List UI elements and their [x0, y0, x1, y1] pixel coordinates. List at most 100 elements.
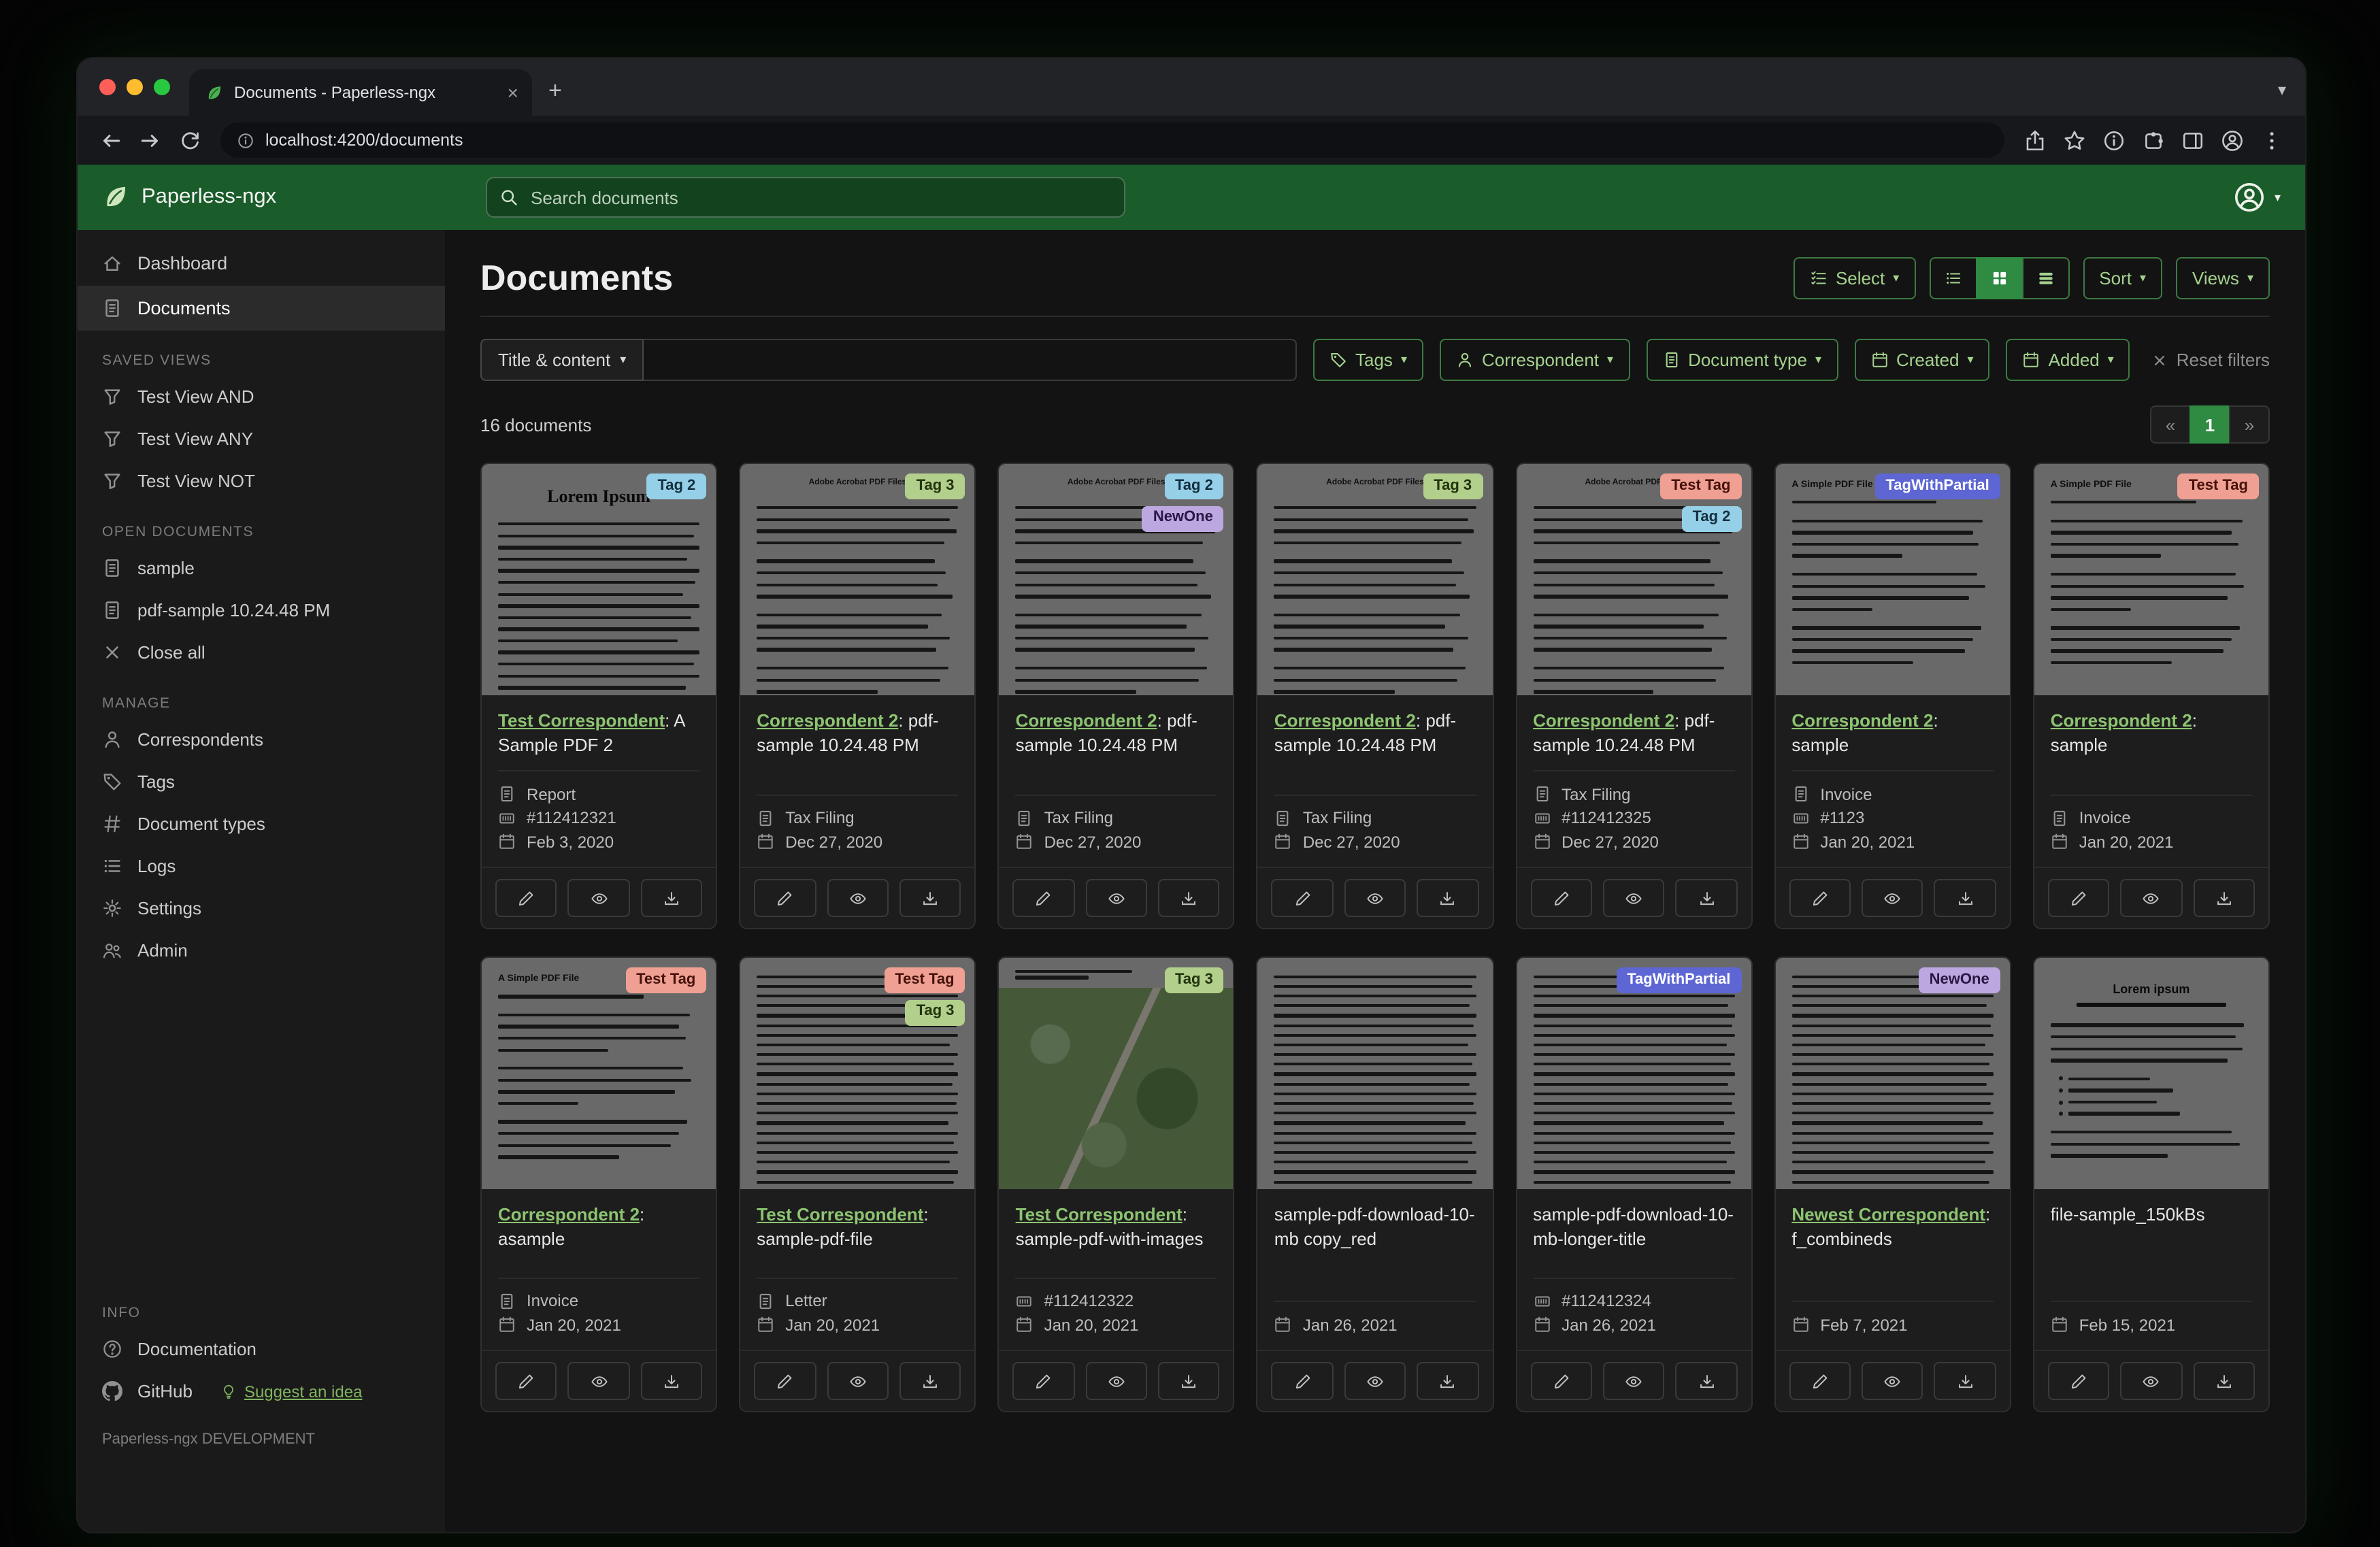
document-thumbnail[interactable]: Tag 3	[999, 958, 1234, 1190]
sidebar-item-documentation[interactable]: Documentation	[78, 1328, 445, 1370]
edit-button[interactable]	[1012, 879, 1075, 918]
browser-tab[interactable]: Documents - Paperless-ngx ×	[189, 69, 532, 116]
document-thumbnail[interactable]	[1257, 958, 1493, 1190]
tag-badge[interactable]: Test Tag	[2177, 473, 2259, 499]
download-button[interactable]	[899, 1362, 961, 1401]
correspondent-link[interactable]: Correspondent 2	[1791, 710, 1933, 731]
document-card[interactable]: Tag 3 Test Correspondent: sample-pdf-wit…	[997, 957, 1235, 1413]
document-thumbnail[interactable]: A Simple PDF File Test Tag	[2034, 464, 2268, 695]
preview-button[interactable]	[1602, 879, 1665, 918]
sidebar-item-test-view-and[interactable]: Test View AND	[78, 376, 445, 418]
correspondent-link[interactable]: Correspondent 2	[1533, 710, 1674, 731]
tags-filter-button[interactable]: Tags ▾	[1313, 339, 1423, 381]
download-button[interactable]	[899, 879, 961, 918]
share-icon[interactable]	[2023, 129, 2047, 152]
tag-badge[interactable]: Tag 2	[646, 473, 707, 499]
document-thumbnail[interactable]: NewOne	[1775, 958, 2010, 1190]
tag-badge[interactable]: NewOne	[1142, 505, 1224, 531]
tag-badge[interactable]: TagWithPartial	[1616, 967, 1742, 993]
tag-badge[interactable]: NewOne	[1918, 967, 2000, 993]
correspondent-link[interactable]: Test Correspondent	[757, 1204, 923, 1225]
download-button[interactable]	[1158, 879, 1220, 918]
sidebar-item-dashboard[interactable]: Dashboard	[78, 241, 445, 286]
suggest-idea-link[interactable]: Suggest an idea	[221, 1382, 362, 1401]
download-button[interactable]	[2193, 1362, 2255, 1401]
views-button[interactable]: Views ▾	[2176, 257, 2270, 299]
document-card[interactable]: A Simple PDF File Test Tag Correspondent…	[2032, 463, 2270, 930]
detail-view-button[interactable]	[2021, 257, 2070, 299]
document-thumbnail[interactable]: A Simple PDF File TagWithPartial	[1775, 464, 2010, 695]
search-input[interactable]	[486, 177, 1125, 218]
preview-button[interactable]	[1862, 879, 1923, 918]
sidebar-item-settings[interactable]: Settings	[78, 887, 445, 929]
document-card[interactable]: sample-pdf-download-10-mb copy_red Jan 2…	[1256, 957, 1494, 1413]
edit-button[interactable]	[1789, 1362, 1851, 1401]
correspondent-link[interactable]: Correspondent 2	[498, 1204, 640, 1225]
document-thumbnail[interactable]: TagWithPartial	[1517, 958, 1751, 1190]
sidebar-item-test-view-not[interactable]: Test View NOT	[78, 460, 445, 502]
document-thumbnail[interactable]: Adobe Acrobat PDF Files Tag 2 NewOne	[999, 464, 1234, 695]
edit-button[interactable]	[1271, 1362, 1334, 1401]
preview-button[interactable]	[1344, 879, 1406, 918]
document-card[interactable]: Adobe Acrobat PDF Files Tag 3 Correspond…	[1256, 463, 1494, 930]
tag-badge[interactable]: Test Tag	[1660, 473, 1742, 499]
download-button[interactable]	[1417, 879, 1479, 918]
tag-badge[interactable]: Test Tag	[884, 967, 965, 993]
correspondent-link[interactable]: Correspondent 2	[1016, 710, 1157, 731]
edit-button[interactable]	[754, 1362, 816, 1401]
next-page-button[interactable]: »	[2229, 405, 2270, 444]
app-brand[interactable]: Paperless-ngx	[78, 184, 445, 211]
edit-button[interactable]	[1530, 1362, 1592, 1401]
reset-filters-button[interactable]: Reset filters	[2152, 350, 2270, 370]
preview-button[interactable]	[1602, 1362, 1665, 1401]
download-button[interactable]	[1934, 1362, 1996, 1401]
tag-badge[interactable]: Test Tag	[625, 967, 707, 993]
edit-button[interactable]	[2047, 879, 2110, 918]
correspondent-link[interactable]: Correspondent 2	[757, 710, 898, 731]
zoom-window-button[interactable]	[154, 79, 170, 95]
extension-status-icon[interactable]	[2102, 129, 2126, 152]
document-card[interactable]: Lorem Ipsum Tag 2 Test Correspondent: A …	[480, 463, 718, 930]
preview-button[interactable]	[827, 879, 889, 918]
side-panel-icon[interactable]	[2181, 129, 2204, 152]
site-info-icon[interactable]	[237, 131, 254, 149]
document-card[interactable]: Test Tag Tag 3 Test Correspondent: sample…	[739, 957, 976, 1413]
document-card[interactable]: TagWithPartial sample-pdf-download-10-mb…	[1515, 957, 1753, 1413]
correspondent-link[interactable]: Correspondent 2	[2051, 710, 2192, 731]
forward-icon[interactable]	[139, 129, 162, 152]
address-bar[interactable]: localhost:4200/documents	[220, 122, 2004, 158]
sidebar-item-document-types[interactable]: Document types	[78, 803, 445, 845]
document-card[interactable]: A Simple PDF File TagWithPartial Corresp…	[1774, 463, 2011, 930]
preview-button[interactable]	[1085, 1362, 1148, 1401]
download-button[interactable]	[1158, 1362, 1220, 1401]
sidebar-item-documents[interactable]: Documents	[78, 286, 445, 331]
correspondent-link[interactable]: Test Correspondent	[1016, 1204, 1183, 1225]
sort-button[interactable]: Sort ▾	[2083, 257, 2163, 299]
correspondent-link[interactable]: Newest Correspondent	[1791, 1204, 1985, 1225]
download-button[interactable]	[1675, 879, 1738, 918]
edit-button[interactable]	[2047, 1362, 2110, 1401]
preview-button[interactable]	[827, 1362, 889, 1401]
tag-badge[interactable]: Tag 2	[1681, 505, 1742, 531]
new-tab-button[interactable]: +	[548, 78, 562, 105]
download-button[interactable]	[2193, 879, 2255, 918]
document-card[interactable]: Adobe Acrobat PDF Files Tag 3 Correspond…	[739, 463, 976, 930]
preview-button[interactable]	[1344, 1362, 1406, 1401]
preview-button[interactable]	[567, 1362, 630, 1401]
sidebar-item-github[interactable]: GitHub Suggest an idea	[78, 1370, 445, 1412]
preview-button[interactable]	[567, 879, 630, 918]
filter-text-input[interactable]	[644, 339, 1297, 381]
edit-button[interactable]	[1271, 879, 1334, 918]
download-button[interactable]	[1934, 879, 1996, 918]
tag-badge[interactable]: Tag 3	[905, 999, 965, 1026]
download-button[interactable]	[1675, 1362, 1738, 1401]
back-icon[interactable]	[99, 129, 122, 152]
select-button[interactable]: Select ▾	[1793, 257, 1916, 299]
download-button[interactable]	[1417, 1362, 1479, 1401]
sidebar-item-tags[interactable]: Tags	[78, 761, 445, 803]
added-filter-button[interactable]: Added ▾	[2006, 339, 2130, 381]
preview-button[interactable]	[1862, 1362, 1923, 1401]
close-window-button[interactable]	[99, 79, 116, 95]
document-thumbnail[interactable]: Lorem Ipsum Tag 2	[482, 464, 716, 695]
browser-profile-icon[interactable]	[2221, 129, 2244, 152]
